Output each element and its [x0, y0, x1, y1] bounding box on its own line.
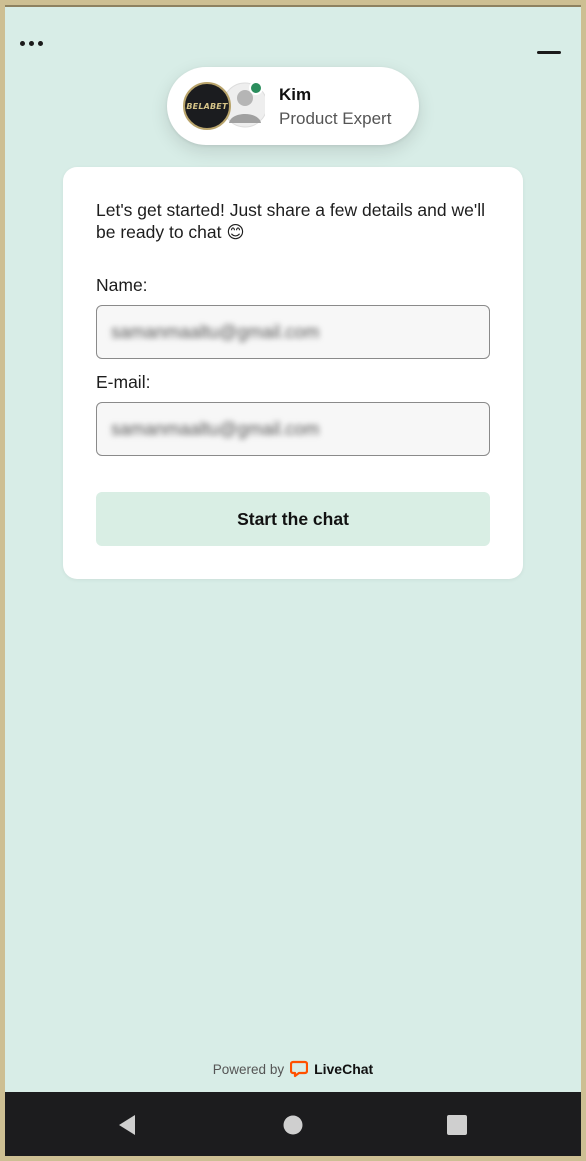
agent-name: Kim — [279, 85, 312, 104]
brand-logo-text: BELABET — [186, 101, 228, 111]
home-circle-icon[interactable] — [278, 1110, 308, 1140]
online-status-dot — [249, 81, 263, 95]
brand-logo: BELABET — [183, 82, 231, 130]
recents-square-icon[interactable] — [442, 1110, 472, 1140]
powered-by-text: Powered by — [212, 1061, 285, 1077]
minimize-icon[interactable] — [535, 37, 563, 61]
email-input[interactable] — [97, 403, 489, 455]
agent-header: BELABET Kim Product Expert — [167, 67, 419, 145]
chat-screen: BELABET Kim Product Expert Let's get sta… — [5, 5, 581, 1156]
email-label: E-mail: — [96, 372, 151, 392]
prechat-form: Let's get started! Just share a few deta… — [63, 167, 523, 579]
back-triangle-icon[interactable] — [113, 1110, 143, 1140]
name-input[interactable] — [97, 306, 489, 358]
android-nav-bar — [5, 1092, 581, 1156]
email-field-wrapper — [96, 402, 490, 456]
livechat-brand[interactable]: LiveChat — [314, 1061, 373, 1077]
name-label: Name: — [96, 275, 148, 295]
agent-role: Product Expert — [279, 109, 392, 128]
name-field-wrapper — [96, 305, 490, 359]
form-intro-text: Let's get started! Just share a few deta… — [96, 200, 485, 242]
more-dots-icon[interactable] — [20, 35, 56, 51]
livechat-logo-icon — [290, 1060, 309, 1078]
powered-by: Powered by LiveChat — [5, 1060, 581, 1078]
start-chat-button[interactable]: Start the chat — [96, 492, 490, 546]
